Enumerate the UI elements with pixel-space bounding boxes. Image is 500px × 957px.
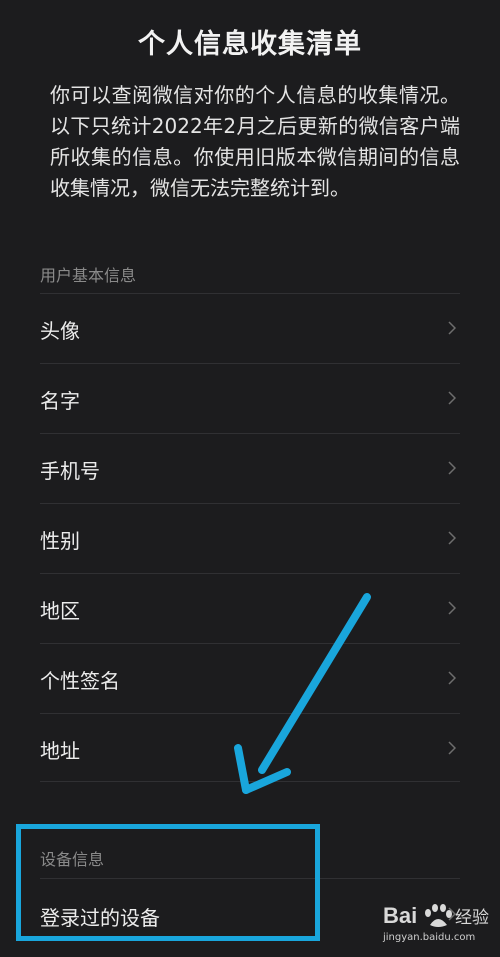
baidu-jingyan-watermark: Bai 经验 jingyan.baidu.com bbox=[383, 896, 495, 948]
divider bbox=[40, 573, 460, 574]
baidu-logo-icon: Bai 经验 bbox=[383, 903, 489, 928]
list-item-region[interactable]: 地区 bbox=[40, 573, 460, 643]
divider bbox=[40, 643, 460, 644]
divider bbox=[40, 781, 460, 782]
list-item-label: 性别 bbox=[40, 529, 80, 553]
chevron-right-icon bbox=[448, 671, 456, 685]
svg-text:Bai: Bai bbox=[383, 903, 417, 928]
list-item-label: 个性签名 bbox=[40, 669, 120, 693]
chevron-right-icon bbox=[448, 601, 456, 615]
list-item-address[interactable]: 地址 bbox=[40, 713, 460, 783]
list-item-name[interactable]: 名字 bbox=[40, 363, 460, 433]
list-item-signature[interactable]: 个性签名 bbox=[40, 643, 460, 713]
page-description: 你可以查阅微信对你的个人信息的收集情况。以下只统计2022年2月之后更新的微信客… bbox=[50, 83, 460, 200]
section-label-basic-info: 用户基本信息 bbox=[40, 266, 137, 285]
chevron-right-icon bbox=[448, 741, 456, 755]
list-item-label: 名字 bbox=[40, 389, 80, 413]
list-item-gender[interactable]: 性别 bbox=[40, 503, 460, 573]
chevron-right-icon bbox=[448, 461, 456, 475]
divider bbox=[40, 503, 460, 504]
svg-text:经验: 经验 bbox=[455, 908, 489, 928]
divider bbox=[40, 713, 460, 714]
divider bbox=[40, 363, 460, 364]
divider bbox=[40, 293, 460, 294]
chevron-right-icon bbox=[448, 321, 456, 335]
list-item-label: 地址 bbox=[40, 739, 80, 763]
section-label-device-info: 设备信息 bbox=[40, 850, 105, 869]
list-item-avatar[interactable]: 头像 bbox=[40, 293, 460, 363]
list-item-label: 手机号 bbox=[40, 459, 100, 483]
page-title: 个人信息收集清单 bbox=[138, 29, 362, 60]
watermark-url: jingyan.baidu.com bbox=[383, 932, 476, 943]
list-item-label: 地区 bbox=[40, 599, 80, 623]
list-item-label: 登录过的设备 bbox=[40, 906, 160, 930]
divider bbox=[40, 433, 460, 434]
chevron-right-icon bbox=[448, 391, 456, 405]
list-item-phone[interactable]: 手机号 bbox=[40, 433, 460, 503]
list-item-label: 头像 bbox=[40, 319, 80, 343]
chevron-right-icon bbox=[448, 531, 456, 545]
divider bbox=[40, 878, 460, 879]
